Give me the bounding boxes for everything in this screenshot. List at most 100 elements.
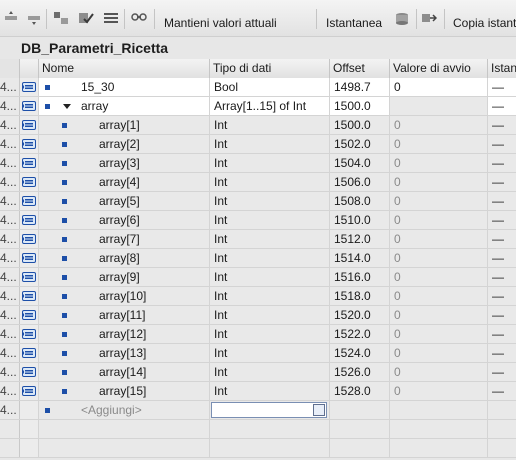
start-value-cell[interactable]: 0 bbox=[390, 116, 488, 134]
start-value-cell[interactable]: 0 bbox=[390, 287, 488, 305]
snapshot-icon[interactable] bbox=[395, 11, 411, 25]
monitor-values-icon[interactable] bbox=[131, 11, 147, 25]
start-value-cell[interactable]: 0 bbox=[390, 192, 488, 210]
table-row[interactable]: 4... array[2] Int 1502.0 0— bbox=[0, 135, 516, 154]
type-cell[interactable]: Int bbox=[210, 211, 330, 229]
header-type[interactable]: Tipo di dati bbox=[210, 59, 330, 78]
retain-cell[interactable]: — bbox=[488, 382, 516, 400]
type-cell[interactable]: Int bbox=[210, 344, 330, 362]
row-index[interactable]: 4... bbox=[0, 154, 20, 172]
type-cell[interactable]: Array[1..15] of Int bbox=[210, 97, 330, 115]
start-value-cell[interactable]: 0 bbox=[390, 363, 488, 381]
table-row[interactable]: 4... array[7] Int 1512.0 0— bbox=[0, 230, 516, 249]
name-cell[interactable]: array[1] bbox=[39, 116, 210, 134]
table-row[interactable]: 4... array[8] Int 1514.0 0— bbox=[0, 249, 516, 268]
start-value-cell[interactable] bbox=[390, 97, 488, 115]
retain-cell[interactable]: — bbox=[488, 249, 516, 267]
table-row[interactable]: 4... array[10] Int 1518.0 0— bbox=[0, 287, 516, 306]
retain-cell[interactable]: — bbox=[488, 363, 516, 381]
keep-current-values-button[interactable]: Mantieni valori attuali bbox=[164, 16, 277, 30]
row-index[interactable]: 4... bbox=[0, 97, 20, 115]
type-cell[interactable]: Int bbox=[210, 325, 330, 343]
name-cell[interactable]: <Aggiungi> bbox=[39, 401, 210, 419]
row-index[interactable]: 4... bbox=[0, 306, 20, 324]
table-row[interactable]: 4... array[11] Int 1520.0 0— bbox=[0, 306, 516, 325]
retain-cell[interactable]: — bbox=[488, 135, 516, 153]
header-name[interactable]: Nome bbox=[39, 59, 210, 78]
row-index[interactable]: 4... bbox=[0, 325, 20, 343]
start-value-cell[interactable]: 0 bbox=[390, 230, 488, 248]
type-cell[interactable]: Int bbox=[210, 192, 330, 210]
start-value-cell[interactable]: 0 bbox=[390, 135, 488, 153]
type-cell[interactable]: Int bbox=[210, 135, 330, 153]
start-value-cell[interactable]: 0 bbox=[390, 154, 488, 172]
type-cell[interactable]: Int bbox=[210, 268, 330, 286]
header-offset[interactable]: Offset bbox=[330, 59, 390, 78]
type-cell[interactable]: Int bbox=[210, 116, 330, 134]
add-row-icon[interactable] bbox=[26, 11, 42, 25]
name-cell[interactable]: array[9] bbox=[39, 268, 210, 286]
retain-cell[interactable]: — bbox=[488, 287, 516, 305]
row-index[interactable]: 4... bbox=[0, 268, 20, 286]
start-value-cell[interactable]: 0 bbox=[390, 382, 488, 400]
row-index[interactable]: 4... bbox=[0, 78, 20, 96]
retain-cell[interactable]: — bbox=[488, 211, 516, 229]
type-cell[interactable]: Int bbox=[210, 382, 330, 400]
table-row[interactable]: 4... array[12] Int 1522.0 0— bbox=[0, 325, 516, 344]
table-row[interactable]: 4... array[13] Int 1524.0 0— bbox=[0, 344, 516, 363]
type-cell[interactable]: Bool bbox=[210, 78, 330, 96]
row-index[interactable]: 4... bbox=[0, 287, 20, 305]
header-retain[interactable]: Istan bbox=[488, 59, 516, 78]
row-index[interactable]: 4... bbox=[0, 211, 20, 229]
type-cell[interactable]: Int bbox=[210, 287, 330, 305]
row-index[interactable]: 4... bbox=[0, 230, 20, 248]
table-row[interactable]: 4... array[15] Int 1528.0 0— bbox=[0, 382, 516, 401]
retain-cell[interactable]: — bbox=[488, 344, 516, 362]
row-index[interactable]: 4... bbox=[0, 249, 20, 267]
type-cell[interactable]: Int bbox=[210, 154, 330, 172]
insert-row-icon[interactable] bbox=[3, 11, 19, 25]
collapse-arrow-icon[interactable] bbox=[63, 104, 71, 109]
name-cell[interactable]: array[4] bbox=[39, 173, 210, 191]
copy-snapshot-to-start-icon[interactable] bbox=[421, 11, 437, 25]
start-value-cell[interactable]: 0 bbox=[390, 211, 488, 229]
name-cell[interactable]: array[15] bbox=[39, 382, 210, 400]
type-cell[interactable]: Int bbox=[210, 249, 330, 267]
type-cell[interactable]: Int bbox=[210, 363, 330, 381]
data-type-input[interactable] bbox=[211, 402, 327, 418]
name-cell[interactable]: array[13] bbox=[39, 344, 210, 362]
retain-cell[interactable]: — bbox=[488, 192, 516, 210]
add-new-row[interactable]: 4... <Aggiungi> bbox=[0, 401, 516, 420]
row-index[interactable]: 4... bbox=[0, 344, 20, 362]
table-row[interactable]: 4... array[14] Int 1526.0 0— bbox=[0, 363, 516, 382]
start-value-cell[interactable]: 0 bbox=[390, 173, 488, 191]
table-row[interactable]: 4... array[3] Int 1504.0 0— bbox=[0, 154, 516, 173]
retain-cell[interactable]: — bbox=[488, 97, 516, 115]
table-row[interactable]: 4... array[1] Int 1500.0 0— bbox=[0, 116, 516, 135]
name-cell[interactable]: array[2] bbox=[39, 135, 210, 153]
table-row[interactable]: 4... array[5] Int 1508.0 0— bbox=[0, 192, 516, 211]
row-index[interactable]: 4... bbox=[0, 173, 20, 191]
name-cell[interactable]: array[8] bbox=[39, 249, 210, 267]
retain-cell[interactable]: — bbox=[488, 230, 516, 248]
name-cell[interactable]: array[11] bbox=[39, 306, 210, 324]
table-row[interactable]: 4... array[6] Int 1510.0 0— bbox=[0, 211, 516, 230]
edit-check-icon[interactable] bbox=[78, 11, 94, 25]
name-cell[interactable]: array[7] bbox=[39, 230, 210, 248]
table-row[interactable]: 4... array[4] Int 1506.0 0— bbox=[0, 173, 516, 192]
start-value-cell[interactable]: 0 bbox=[390, 78, 488, 96]
row-index[interactable]: 4... bbox=[0, 382, 20, 400]
retain-cell[interactable]: — bbox=[488, 306, 516, 324]
name-cell[interactable]: array[10] bbox=[39, 287, 210, 305]
start-value-cell[interactable]: 0 bbox=[390, 325, 488, 343]
row-index[interactable]: 4... bbox=[0, 192, 20, 210]
name-cell[interactable]: array bbox=[39, 97, 210, 115]
name-cell[interactable]: array[12] bbox=[39, 325, 210, 343]
type-cell[interactable]: Int bbox=[210, 230, 330, 248]
retain-cell[interactable]: — bbox=[488, 268, 516, 286]
header-start-value[interactable]: Valore di avvio bbox=[390, 59, 488, 78]
start-value-cell[interactable] bbox=[390, 401, 488, 419]
table-row[interactable]: 4... 15_30 Bool 1498.7 0— bbox=[0, 78, 516, 97]
start-value-cell[interactable]: 0 bbox=[390, 268, 488, 286]
copy-snapshot-button[interactable]: Copia istant bbox=[453, 16, 516, 30]
